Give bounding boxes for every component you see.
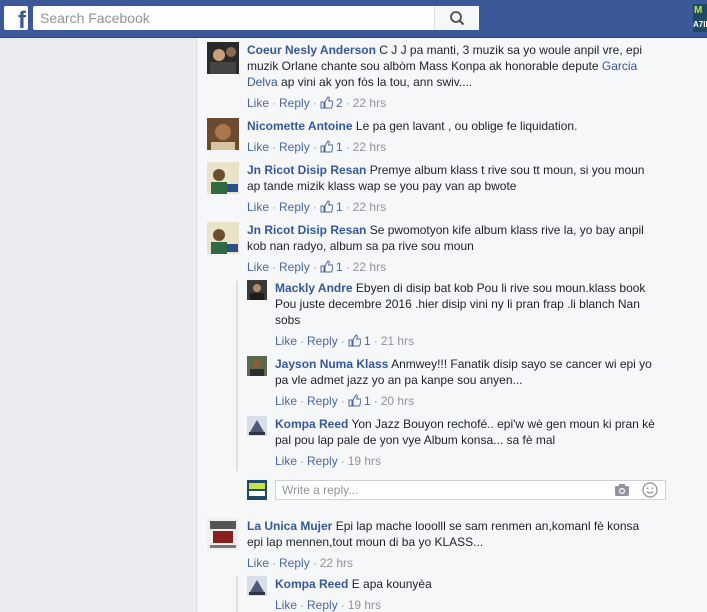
commenter-name[interactable]: La Unica Mujer bbox=[247, 519, 332, 533]
reply-link[interactable]: Reply bbox=[279, 140, 310, 154]
avatar[interactable] bbox=[207, 518, 239, 550]
avatar[interactable] bbox=[247, 416, 267, 436]
reply-link[interactable]: Reply bbox=[307, 454, 338, 468]
like-count[interactable]: 1 bbox=[364, 334, 371, 348]
like-count[interactable]: 2 bbox=[336, 96, 343, 110]
like-link[interactable]: Like bbox=[247, 96, 269, 110]
reply-actions: Like · Reply · 19 hrs bbox=[275, 598, 382, 612]
comment-actions: Like · Reply · 1 · 22 hrs bbox=[247, 140, 387, 154]
search-icon bbox=[450, 11, 465, 26]
thumbs-up-icon bbox=[348, 394, 361, 407]
commenter-name[interactable]: Kompa Reed bbox=[275, 417, 348, 431]
like-link[interactable]: Like bbox=[247, 556, 269, 570]
commenter-name[interactable]: Jn Ricot Disip Resan bbox=[247, 163, 366, 177]
timestamp[interactable]: 22 hrs bbox=[353, 96, 386, 110]
avatar[interactable] bbox=[207, 222, 239, 254]
like-count[interactable]: 1 bbox=[336, 200, 343, 214]
reply-input-wrapper bbox=[275, 480, 666, 500]
reply-link[interactable]: Reply bbox=[279, 200, 310, 214]
like-link[interactable]: Like bbox=[275, 598, 297, 612]
avatar[interactable] bbox=[207, 118, 239, 150]
search-bar bbox=[33, 6, 479, 30]
reply-actions: Like · Reply · 1 · 20 hrs bbox=[275, 394, 415, 408]
timestamp[interactable]: 19 hrs bbox=[348, 454, 381, 468]
timestamp[interactable]: 22 hrs bbox=[353, 140, 386, 154]
like-link[interactable]: Like bbox=[247, 140, 269, 154]
commenter-name[interactable]: Jn Ricot Disip Resan bbox=[247, 223, 366, 237]
brand-badge[interactable]: M A7IN bbox=[693, 4, 707, 32]
reply-input[interactable] bbox=[276, 481, 596, 499]
search-input[interactable] bbox=[33, 6, 433, 30]
like-link[interactable]: Like bbox=[275, 454, 297, 468]
top-bar: f M A7IN bbox=[0, 0, 707, 38]
comment-actions: Like · Reply · 22 hrs bbox=[247, 556, 354, 570]
avatar[interactable] bbox=[247, 280, 267, 300]
like-link[interactable]: Like bbox=[275, 334, 297, 348]
commenter-name[interactable]: Coeur Nesly Anderson bbox=[247, 43, 376, 57]
reply-link[interactable]: Reply bbox=[307, 334, 338, 348]
comment-actions: Like · Reply · 1 · 22 hrs bbox=[247, 260, 387, 274]
search-button[interactable] bbox=[434, 6, 479, 30]
reply-text: E apa kounyèa bbox=[348, 577, 432, 591]
reply-link[interactable]: Reply bbox=[279, 556, 310, 570]
timestamp[interactable]: 22 hrs bbox=[320, 556, 353, 570]
avatar[interactable] bbox=[247, 356, 267, 376]
commenter-name[interactable]: Kompa Reed bbox=[275, 577, 348, 591]
reply-composer bbox=[247, 480, 666, 500]
comment: Jn Ricot Disip Resan Premye album klass … bbox=[207, 162, 647, 216]
commenter-name[interactable]: Jayson Numa Klass bbox=[275, 357, 388, 371]
comment: La Unica Mujer Epi lap mache looolll se … bbox=[207, 518, 647, 572]
reply: Kompa Reed Yon Jazz Bouyon rechofé.. epi… bbox=[247, 416, 667, 468]
reply: Mackly Andre Ebyen di disip bat kob Pou … bbox=[247, 280, 667, 348]
reply-actions: Like · Reply · 1 · 21 hrs bbox=[275, 334, 415, 348]
thumbs-up-icon bbox=[320, 140, 333, 153]
comment-text: Le pa gen lavant , ou oblige fe liquidat… bbox=[352, 119, 578, 133]
avatar[interactable] bbox=[207, 42, 239, 74]
left-margin bbox=[0, 38, 196, 612]
reply-link[interactable]: Reply bbox=[307, 394, 338, 408]
timestamp[interactable]: 22 hrs bbox=[353, 200, 386, 214]
current-user-avatar bbox=[247, 480, 267, 500]
reply-link[interactable]: Reply bbox=[279, 96, 310, 110]
comment-text-continued: ap vini ak yon fòs la tou, ann swiv.... bbox=[277, 75, 473, 89]
facebook-logo[interactable]: f bbox=[4, 6, 28, 30]
avatar[interactable] bbox=[247, 576, 267, 596]
comment-actions: Like · Reply · 2 · 22 hrs bbox=[247, 96, 387, 110]
like-count[interactable]: 1 bbox=[364, 394, 371, 408]
thumbs-up-icon bbox=[320, 200, 333, 213]
like-link[interactable]: Like bbox=[275, 394, 297, 408]
reply-thread-line bbox=[236, 576, 238, 612]
avatar[interactable] bbox=[207, 162, 239, 194]
commenter-name[interactable]: Nicomette Antoine bbox=[247, 119, 353, 133]
reply-link[interactable]: Reply bbox=[307, 598, 338, 612]
like-link[interactable]: Like bbox=[247, 260, 269, 274]
reply: Kompa Reed E apa kounyèa Like · Reply · 19 h… bbox=[247, 576, 667, 612]
reply: Jayson Numa Klass Anmwey!!! Fanatik disi… bbox=[247, 356, 667, 408]
like-link[interactable]: Like bbox=[247, 200, 269, 214]
timestamp[interactable]: 22 hrs bbox=[353, 260, 386, 274]
reply-thread-line bbox=[236, 281, 238, 471]
reply-actions: Like · Reply · 19 hrs bbox=[275, 454, 382, 468]
like-count[interactable]: 1 bbox=[336, 140, 343, 154]
emoji-icon[interactable] bbox=[642, 482, 658, 498]
reply-link[interactable]: Reply bbox=[279, 260, 310, 274]
thumbs-up-icon bbox=[348, 334, 361, 347]
comment: Coeur Nesly Anderson C J J pa manti, 3 m… bbox=[207, 42, 647, 116]
comment: Nicomette Antoine Le pa gen lavant , ou … bbox=[207, 118, 647, 156]
commenter-name[interactable]: Mackly Andre bbox=[275, 281, 353, 295]
camera-icon[interactable] bbox=[614, 483, 630, 497]
like-count[interactable]: 1 bbox=[336, 260, 343, 274]
thumbs-up-icon bbox=[320, 260, 333, 273]
timestamp[interactable]: 20 hrs bbox=[381, 394, 414, 408]
comment-actions: Like · Reply · 1 · 22 hrs bbox=[247, 200, 387, 214]
timestamp[interactable]: 19 hrs bbox=[348, 598, 381, 612]
comment: Jn Ricot Disip Resan Se pwomotyon kife a… bbox=[207, 222, 647, 276]
thumbs-up-icon bbox=[320, 96, 333, 109]
timestamp[interactable]: 21 hrs bbox=[381, 334, 414, 348]
